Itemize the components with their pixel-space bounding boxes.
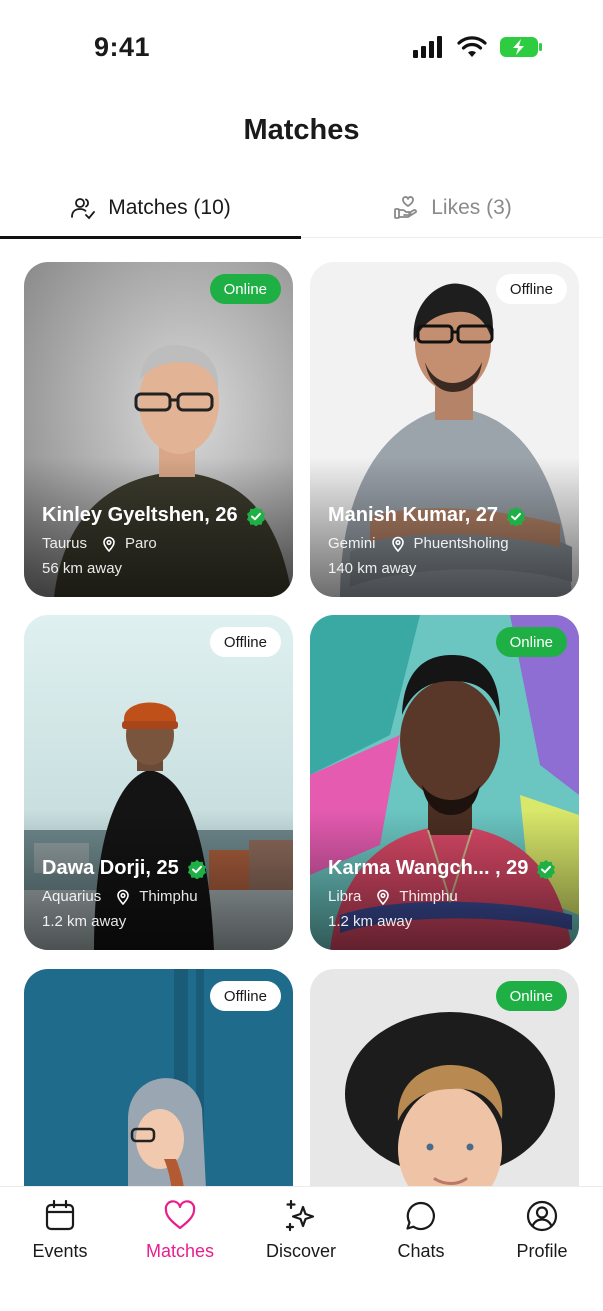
nav-chats[interactable]: Chats [361,1199,481,1262]
match-card[interactable]: Offline Manish Kumar, 27 Gemini Phuentsh… [310,262,579,597]
status-badge: Offline [209,981,281,1011]
chat-bubble-icon [406,1201,435,1231]
hand-heart-icon [394,196,418,219]
user-circle-icon [526,1200,558,1232]
match-distance: 1.2 km away [42,913,127,930]
location-pin-icon [103,536,115,552]
match-distance: 1.2 km away [328,913,413,930]
zodiac-sign: Gemini [328,535,376,552]
location-pin-icon [391,536,404,552]
match-location: Thimphu [139,888,198,905]
verified-check-icon [507,506,526,526]
match-card[interactable]: Online Karma Wangch... , 29 Libra Thimph… [310,615,579,950]
tab-matches[interactable]: Matches (10) [0,178,301,239]
zodiac-sign: Aquarius [42,888,102,905]
tab-matches-label: Matches (10) [108,196,231,219]
status-badge: Online [209,274,281,304]
match-name: Manish Kumar, 27 [328,504,499,526]
location-pin-icon [117,889,130,905]
sparkles-icon [285,1199,315,1232]
verified-check-icon [187,859,206,879]
status-badge: Offline [209,627,281,657]
nav-discover[interactable]: Discover [241,1199,361,1262]
match-location: Paro [125,535,157,552]
nav-events[interactable]: Events [0,1199,120,1262]
tab-bar: Matches (10) Likes (3) [0,178,603,239]
status-time: 9:41 [94,32,151,62]
match-name: Kinley Gyeltshen, 26 [42,504,238,526]
match-name: Dawa Dorji, 25 [42,857,179,879]
nav-profile[interactable]: Profile [482,1199,602,1262]
match-distance: 56 km away [42,560,123,577]
verified-check-icon [537,859,556,879]
card-info: Kinley Gyeltshen, 26 Taurus Paro 56 km a… [42,504,283,577]
cellular-signal-icon [413,36,442,58]
status-badge: Online [495,627,567,657]
nav-matches[interactable]: Matches [120,1199,240,1262]
location-pin-icon [377,889,390,905]
tab-likes[interactable]: Likes (3) [302,178,603,238]
nav-discover-label: Discover [265,1241,336,1261]
nav-profile-label: Profile [516,1241,568,1261]
match-location: Thimphu [399,888,458,905]
bottom-nav: Events Matches Discover Chats Profile [0,1186,603,1311]
wifi-icon [457,36,487,57]
tab-likes-label: Likes (3) [431,196,512,219]
match-card[interactable]: Online Kinley Gyeltshen, 26 Taurus Paro … [24,262,293,597]
verified-check-icon [246,506,265,526]
calendar-icon [45,1199,75,1231]
users-check-icon [71,198,96,220]
card-info: Karma Wangch... , 29 Libra Thimphu 1.2 k… [328,857,569,930]
match-card[interactable]: Offline Dawa Dorji, 25 Aquarius Thimphu … [24,615,293,950]
status-badge: Online [495,981,567,1011]
status-badge: Offline [495,274,567,304]
match-location: Phuentsholing [413,535,509,552]
heart-icon [164,1200,196,1230]
card-info: Manish Kumar, 27 Gemini Phuentsholing 14… [328,504,569,577]
page-title: Matches [243,114,360,146]
nav-chats-label: Chats [397,1241,445,1261]
nav-events-label: Events [32,1241,88,1261]
zodiac-sign: Taurus [42,535,88,552]
status-icons [413,36,543,58]
match-distance: 140 km away [328,560,417,577]
zodiac-sign: Libra [328,888,362,905]
card-info: Dawa Dorji, 25 Aquarius Thimphu 1.2 km a… [42,857,283,930]
battery-charging-icon [500,37,542,57]
status-bar: 9:41 [0,0,603,100]
nav-matches-label: Matches [145,1241,215,1261]
match-name: Karma Wangch... , 29 [328,857,529,879]
